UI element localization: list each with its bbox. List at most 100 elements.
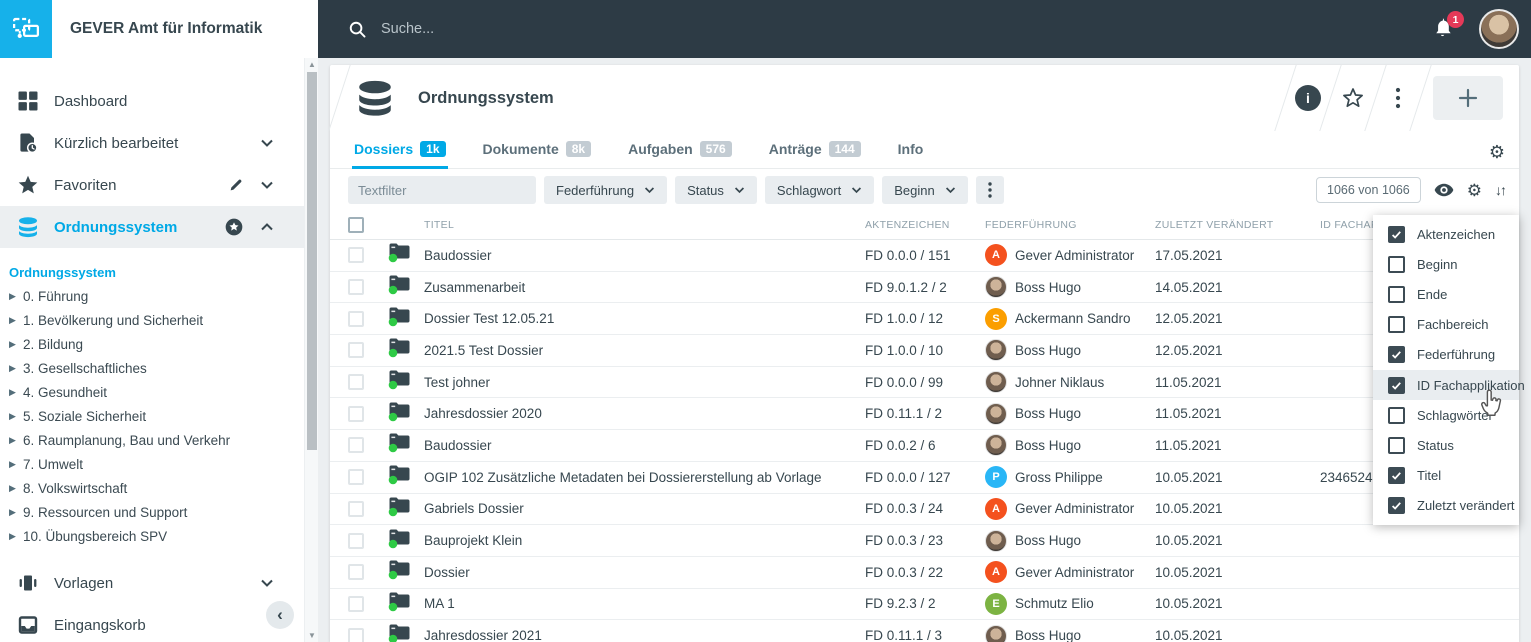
text-filter-input[interactable] bbox=[348, 176, 536, 204]
search-input[interactable] bbox=[381, 21, 681, 37]
table-row[interactable]: Test johner FD 0.0.0 / 99 Johner Niklaus… bbox=[330, 367, 1519, 399]
expand-arrow-icon[interactable]: ▶ bbox=[9, 339, 23, 350]
column-checkbox[interactable] bbox=[1388, 406, 1405, 424]
column-header-titel[interactable]: TITEL bbox=[424, 219, 865, 231]
scroll-up-icon[interactable]: ▲ bbox=[305, 60, 319, 69]
sidebar-scrollbar[interactable]: ▲ ▼ bbox=[304, 58, 318, 642]
column-menu-item[interactable]: Beginn bbox=[1373, 249, 1519, 279]
chevron-down-icon[interactable] bbox=[260, 138, 274, 148]
column-checkbox[interactable] bbox=[1388, 497, 1405, 515]
view-button[interactable] bbox=[1434, 183, 1454, 197]
column-menu-item[interactable]: Zuletzt verändert bbox=[1373, 491, 1519, 521]
table-row[interactable]: Dossier Test 12.05.21 FD 1.0.0 / 12 S Ac… bbox=[330, 303, 1519, 336]
tree-node[interactable]: ▶ 8. Volkswirtschaft bbox=[9, 476, 318, 500]
tree-node[interactable]: ▶ 0. Führung bbox=[9, 284, 318, 308]
table-row[interactable]: 2021.5 Test Dossier FD 1.0.0 / 10 Boss H… bbox=[330, 335, 1519, 367]
tree-node[interactable]: ▶ 2. Bildung bbox=[9, 332, 318, 356]
filter-dropdown[interactable]: Schlagwort bbox=[764, 176, 875, 204]
row-checkbox[interactable] bbox=[348, 532, 364, 549]
table-settings-gear-icon[interactable]: ⚙ bbox=[1489, 143, 1505, 161]
sidebar-item-eingangskorb[interactable]: Eingangskorb bbox=[0, 604, 304, 642]
row-checkbox[interactable] bbox=[348, 437, 364, 454]
row-checkbox[interactable] bbox=[348, 247, 364, 264]
user-avatar[interactable] bbox=[1479, 9, 1519, 49]
tree-node[interactable]: ▶ 9. Ressourcen und Support bbox=[9, 500, 318, 524]
table-row[interactable]: Dossier FD 0.0.3 / 22 A Gever Administra… bbox=[330, 557, 1519, 589]
scrollbar-thumb[interactable] bbox=[307, 72, 317, 450]
filter-dropdown[interactable]: Beginn bbox=[882, 176, 968, 204]
row-checkbox[interactable] bbox=[348, 469, 364, 486]
expand-arrow-icon[interactable]: ▶ bbox=[9, 435, 23, 446]
dossier-title[interactable]: OGIP 102 Zusätzliche Metadaten bei Dossi… bbox=[424, 470, 865, 485]
column-menu-item[interactable]: Federführung bbox=[1373, 340, 1519, 370]
filter-dropdown[interactable]: Status bbox=[675, 176, 757, 204]
tab[interactable]: Aufgaben 576 bbox=[626, 141, 734, 169]
column-menu-item[interactable]: ID Fachapplikation bbox=[1373, 369, 1525, 401]
favorite-circle-icon[interactable] bbox=[224, 217, 244, 237]
column-checkbox[interactable] bbox=[1388, 346, 1405, 364]
sidebar-item-vorlagen[interactable]: Vorlagen bbox=[0, 562, 304, 604]
tree-node[interactable]: ▶ 4. Gesundheit bbox=[9, 380, 318, 404]
dossier-title[interactable]: MA 1 bbox=[424, 596, 865, 611]
tab[interactable]: Anträge 144 bbox=[767, 141, 863, 169]
column-menu-item[interactable]: Aktenzeichen bbox=[1373, 219, 1519, 249]
row-checkbox[interactable] bbox=[348, 342, 364, 359]
more-filters-button[interactable] bbox=[975, 176, 1004, 204]
sidebar-item-recently-edited[interactable]: Kürzlich bearbeitet bbox=[0, 122, 304, 164]
row-checkbox[interactable] bbox=[348, 500, 364, 517]
table-row[interactable]: Baudossier FD 0.0.2 / 6 Boss Hugo 11.05.… bbox=[330, 430, 1519, 462]
notifications-button[interactable]: 1 bbox=[1431, 11, 1464, 42]
column-settings-gear-icon[interactable]: ⚙ bbox=[1467, 182, 1482, 199]
column-checkbox[interactable] bbox=[1388, 376, 1405, 394]
sidebar-item-dashboard[interactable]: Dashboard bbox=[0, 80, 304, 122]
sidebar-item-favorites[interactable]: Favoriten bbox=[0, 164, 304, 206]
select-all-checkbox[interactable] bbox=[348, 217, 364, 233]
table-row[interactable]: MA 1 FD 9.2.3 / 2 E Schmutz Elio 10.05.2… bbox=[330, 589, 1519, 621]
chevron-down-icon[interactable] bbox=[260, 180, 274, 190]
expand-arrow-icon[interactable]: ▶ bbox=[9, 459, 23, 470]
column-checkbox[interactable] bbox=[1388, 316, 1405, 334]
column-checkbox[interactable] bbox=[1388, 467, 1405, 485]
expand-arrow-icon[interactable]: ▶ bbox=[9, 483, 23, 494]
column-checkbox[interactable] bbox=[1388, 255, 1405, 273]
table-row[interactable]: Zusammenarbeit FD 9.0.1.2 / 2 Boss Hugo … bbox=[330, 272, 1519, 304]
dossier-title[interactable]: Baudossier bbox=[424, 248, 865, 263]
tab[interactable]: Info bbox=[896, 141, 926, 169]
sidebar-collapse-button[interactable]: ‹ bbox=[266, 601, 294, 629]
table-row[interactable]: Jahresdossier 2020 FD 0.11.1 / 2 Boss Hu… bbox=[330, 398, 1519, 431]
filter-dropdown[interactable]: Federführung bbox=[544, 176, 668, 204]
dossier-title[interactable]: Test johner bbox=[424, 375, 865, 390]
row-checkbox[interactable] bbox=[348, 405, 364, 422]
tree-node[interactable]: ▶ 6. Raumplanung, Bau und Verkehr bbox=[9, 428, 318, 452]
table-row[interactable]: Jahresdossier 2021 FD 0.11.1 / 3 Boss Hu… bbox=[330, 620, 1519, 642]
tree-node[interactable]: ▶ 10. Übungsbereich SPV bbox=[9, 524, 318, 548]
dossier-title[interactable]: Zusammenarbeit bbox=[424, 280, 865, 295]
expand-arrow-icon[interactable]: ▶ bbox=[9, 363, 23, 374]
table-row[interactable]: OGIP 102 Zusätzliche Metadaten bei Dossi… bbox=[330, 462, 1519, 494]
expand-arrow-icon[interactable]: ▶ bbox=[9, 387, 23, 398]
column-header-aktenzeichen[interactable]: AKTENZEICHEN bbox=[865, 219, 985, 231]
tab[interactable]: Dokumente 8k bbox=[481, 141, 594, 169]
column-checkbox[interactable] bbox=[1388, 225, 1405, 243]
row-checkbox[interactable] bbox=[348, 564, 364, 581]
column-header-zuletzt-veraendert[interactable]: ZULETZT VERÄNDERT bbox=[1155, 219, 1320, 231]
row-checkbox[interactable] bbox=[348, 279, 364, 296]
column-header-federfuehrung[interactable]: FEDERFÜHRUNG bbox=[985, 219, 1155, 231]
dossier-title[interactable]: Dossier Test 12.05.21 bbox=[424, 311, 865, 326]
column-menu-item[interactable]: Status bbox=[1373, 430, 1519, 460]
expand-arrow-icon[interactable]: ▶ bbox=[9, 291, 23, 302]
dossier-title[interactable]: Jahresdossier 2021 bbox=[424, 628, 865, 642]
row-checkbox[interactable] bbox=[348, 627, 364, 642]
row-checkbox[interactable] bbox=[348, 374, 364, 391]
sort-icon[interactable]: ↓↑ bbox=[1495, 182, 1507, 198]
expand-arrow-icon[interactable]: ▶ bbox=[9, 315, 23, 326]
tree-node[interactable]: ▶ 7. Umwelt bbox=[9, 452, 318, 476]
column-checkbox[interactable] bbox=[1388, 436, 1405, 454]
expand-arrow-icon[interactable]: ▶ bbox=[9, 507, 23, 518]
column-menu-item[interactable]: Fachbereich bbox=[1373, 310, 1519, 340]
app-logo[interactable] bbox=[0, 0, 52, 58]
edit-pencil-icon[interactable] bbox=[228, 177, 244, 193]
tree-node[interactable]: ▶ 1. Bevölkerung und Sicherheit bbox=[9, 308, 318, 332]
dossier-title[interactable]: Dossier bbox=[424, 565, 865, 580]
column-menu-item[interactable]: Schlagwörter bbox=[1373, 400, 1519, 430]
